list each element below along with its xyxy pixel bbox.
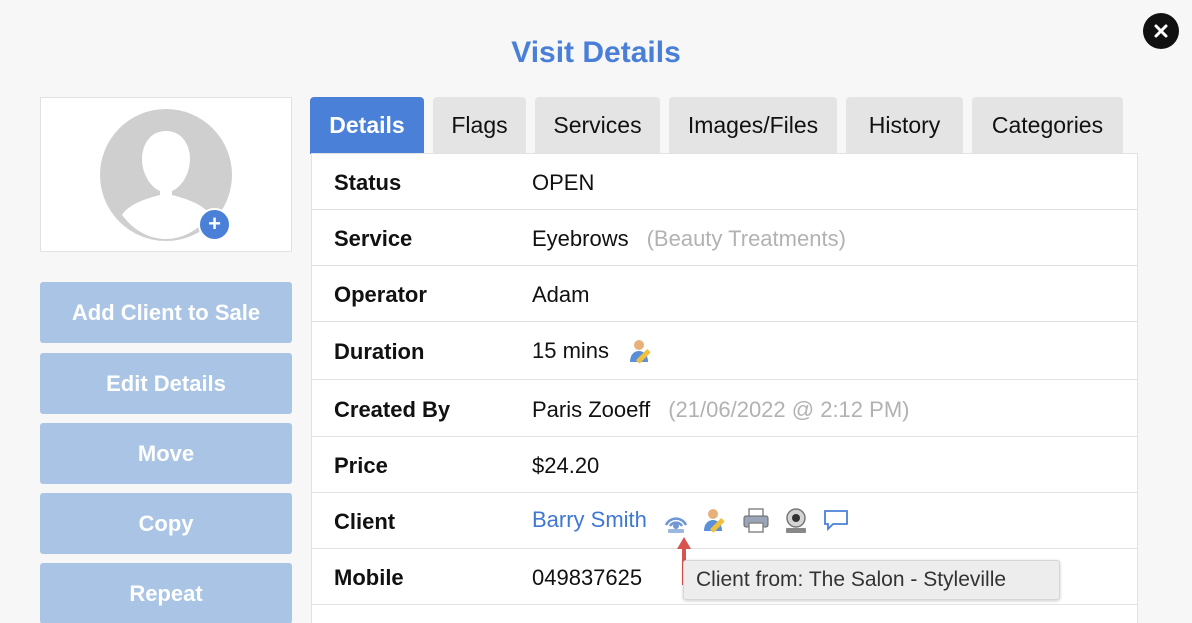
duration-row: Duration 15 mins	[312, 322, 1137, 380]
operator-row: Operator Adam	[312, 266, 1137, 322]
close-icon	[1154, 24, 1168, 38]
tab-images-files[interactable]: Images/Files	[669, 97, 837, 154]
tab-services[interactable]: Services	[535, 97, 660, 154]
edit-person-icon[interactable]	[627, 336, 657, 366]
price-row: Price $24.20	[312, 437, 1137, 493]
move-button[interactable]: Move	[40, 423, 292, 484]
close-button[interactable]	[1143, 13, 1179, 49]
webcam-icon[interactable]	[781, 505, 811, 535]
operator-value: Adam	[532, 282, 590, 307]
client-label: Client	[334, 509, 396, 534]
price-label: Price	[334, 453, 388, 478]
created-by-label: Created By	[334, 397, 451, 422]
client-avatar-box: +	[40, 97, 292, 252]
operator-label: Operator	[334, 282, 427, 307]
add-photo-button[interactable]: +	[198, 208, 231, 241]
service-row: Service Eyebrows (Beauty Treatments)	[312, 210, 1137, 266]
status-row: Status OPEN	[312, 154, 1137, 210]
service-value: Eyebrows	[532, 226, 629, 251]
service-label: Service	[334, 226, 413, 251]
client-source-tooltip: Client from: The Salon - Styleville	[683, 560, 1060, 600]
chat-bubble-icon[interactable]	[821, 505, 851, 535]
price-value: $24.20	[532, 453, 600, 478]
tab-categories[interactable]: Categories	[972, 97, 1123, 154]
status-label: Status	[334, 170, 402, 195]
printer-icon[interactable]	[741, 505, 771, 535]
created-timestamp: (21/06/2022 @ 2:12 PM)	[668, 397, 910, 422]
duration-value: 15 mins	[532, 338, 610, 363]
repeat-button[interactable]: Repeat	[40, 563, 292, 623]
created-by-row: Created By Paris Zooeff (21/06/2022 @ 2:…	[312, 380, 1137, 437]
client-row: Client Barry Smith	[312, 493, 1137, 549]
add-client-to-sale-button[interactable]: Add Client to Sale	[40, 282, 292, 343]
details-panel: Status OPEN Service Eyebrows (Beauty Tre…	[311, 153, 1138, 623]
tab-history[interactable]: History	[846, 97, 963, 154]
visit-details-title: Visit Details	[511, 36, 681, 69]
network-client-icon[interactable]	[661, 505, 691, 535]
copy-button[interactable]: Copy	[40, 493, 292, 554]
client-name-link[interactable]: Barry Smith	[532, 507, 647, 533]
tab-details[interactable]: Details	[310, 97, 424, 154]
edit-details-button[interactable]: Edit Details	[40, 353, 292, 414]
created-by-value: Paris Zooeff	[532, 397, 651, 422]
mobile-value: 049837625	[532, 565, 643, 590]
mobile-label: Mobile	[334, 565, 404, 590]
duration-label: Duration	[334, 339, 425, 364]
status-value: OPEN	[532, 170, 595, 195]
tab-flags[interactable]: Flags	[433, 97, 526, 154]
edit-person-icon[interactable]	[701, 505, 731, 535]
service-category: (Beauty Treatments)	[646, 226, 846, 251]
